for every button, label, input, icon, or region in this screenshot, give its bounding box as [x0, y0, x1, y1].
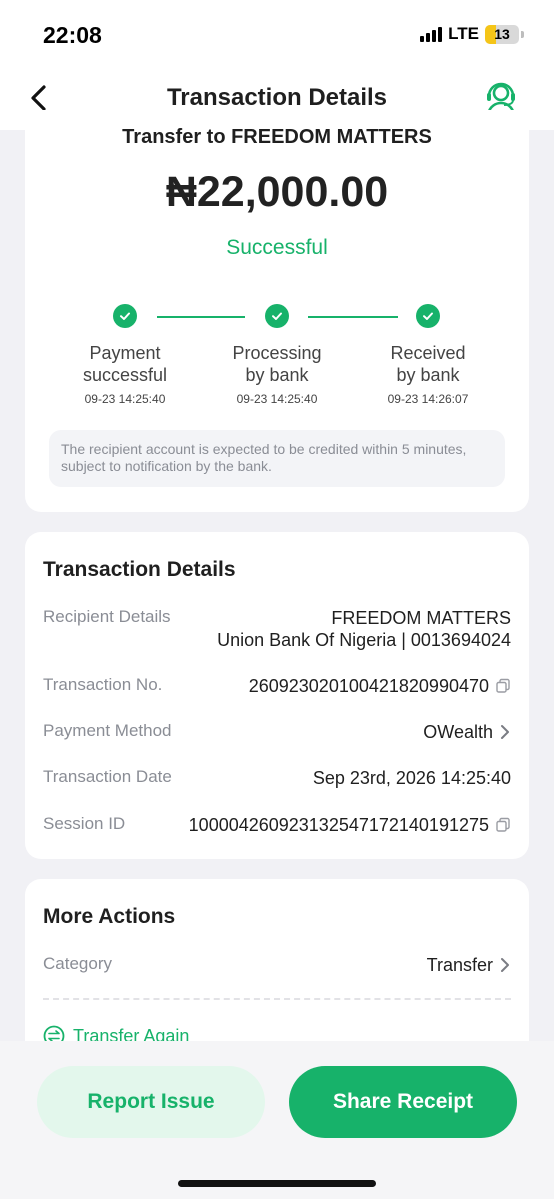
report-issue-button[interactable]: Report Issue [37, 1066, 265, 1138]
step-label-line1: Processing [232, 343, 322, 363]
network-label: LTE [448, 24, 479, 43]
step-label-line1: Received [390, 343, 466, 363]
bottom-action-bar: Report Issue Share Receipt [0, 1041, 554, 1199]
category: Transfer [426, 955, 493, 975]
home-indicator [178, 1180, 376, 1187]
transaction-date-label: Transaction Date [43, 767, 172, 786]
share-receipt-button[interactable]: Share Receipt [289, 1066, 517, 1138]
step-payment: Payment successful 09-23 14:25:40 [50, 304, 200, 406]
transaction-date: Sep 23rd, 2026 14:25:40 [312, 768, 511, 788]
step-time: 09-23 14:26:07 [387, 392, 469, 406]
step-label-line1: Payment [89, 343, 161, 363]
transaction-no: 260923020100421820990470 [248, 676, 489, 696]
battery-level: 13 [494, 26, 510, 42]
copy-icon[interactable] [495, 678, 511, 694]
session-id-label: Session ID [43, 814, 126, 833]
status-bar: 22:08 LTE 13 [0, 0, 554, 70]
recipient-bank: Union Bank Of Nigeria | 0013694024 [217, 630, 511, 650]
transaction-no-label: Transaction No. [43, 675, 163, 694]
battery-tip [521, 30, 524, 38]
step-processing: Processing by bank 09-23 14:25:40 [202, 304, 352, 406]
check-icon [416, 304, 440, 328]
step-time: 09-23 14:25:40 [84, 392, 166, 406]
battery-icon: 13 [485, 24, 519, 44]
transaction-amount: ₦22,000.00 [165, 168, 389, 216]
payment-method-label: Payment Method [43, 721, 172, 740]
copy-icon[interactable] [495, 817, 511, 833]
step-time: 09-23 14:25:40 [236, 392, 318, 406]
step-label-line2: successful [82, 365, 168, 385]
payment-method: OWealth [423, 722, 493, 742]
session-id-row: Session ID 10000426092313254717214019127… [43, 814, 511, 838]
check-icon [265, 304, 289, 328]
step-label-line2: by bank [396, 365, 460, 385]
chevron-right-icon[interactable] [499, 956, 511, 974]
progress-steps: Payment successful 09-23 14:25:40 Process… [25, 304, 529, 414]
check-icon [113, 304, 137, 328]
step-label-line2: by bank [245, 365, 309, 385]
recipient-name: FREEDOM MATTERS [331, 608, 511, 628]
signal-icon [420, 26, 443, 42]
category-label: Category [43, 954, 112, 973]
transaction-no-row: Transaction No. 260923020100421820990470 [43, 675, 511, 699]
page-title: Transaction Details [166, 84, 388, 111]
section-title: Transaction Details [43, 558, 236, 581]
payment-method-row[interactable]: Payment Method OWealth [43, 721, 511, 745]
section-title: More Actions [43, 905, 176, 928]
status-time: 22:08 [43, 22, 102, 48]
category-row[interactable]: Category Transfer [43, 954, 511, 978]
recipient-label: Recipient Details [43, 607, 171, 626]
session-id-value: 100004260923132547172140191275 [189, 814, 511, 836]
status-indicators: LTE 13 [420, 24, 524, 44]
category-value: Transfer [427, 954, 511, 976]
divider [43, 998, 511, 1000]
chevron-right-icon[interactable] [499, 723, 511, 741]
step-received: Received by bank 09-23 14:26:07 [353, 304, 503, 406]
credit-notice: The recipient account is expected to be … [49, 430, 505, 487]
session-id: 100004260923132547172140191275 [188, 815, 489, 835]
transaction-status: Successful [226, 236, 328, 259]
summary-card: Transfer to FREEDOM MATTERS ₦22,000.00 S… [25, 110, 529, 512]
recipient-row: Recipient Details FREEDOM MATTERS Union … [43, 607, 511, 655]
transaction-no-value: 260923020100421820990470 [249, 675, 511, 697]
transaction-date-row: Transaction Date Sep 23rd, 2026 14:25:40 [43, 767, 511, 791]
payment-method-value: OWealth [423, 721, 511, 743]
recipient-value: FREEDOM MATTERS Union Bank Of Nigeria | … [217, 607, 511, 651]
transfer-recipient-title: Transfer to FREEDOM MATTERS [122, 126, 432, 148]
transaction-details-card: Transaction Details Recipient Details FR… [25, 532, 529, 859]
